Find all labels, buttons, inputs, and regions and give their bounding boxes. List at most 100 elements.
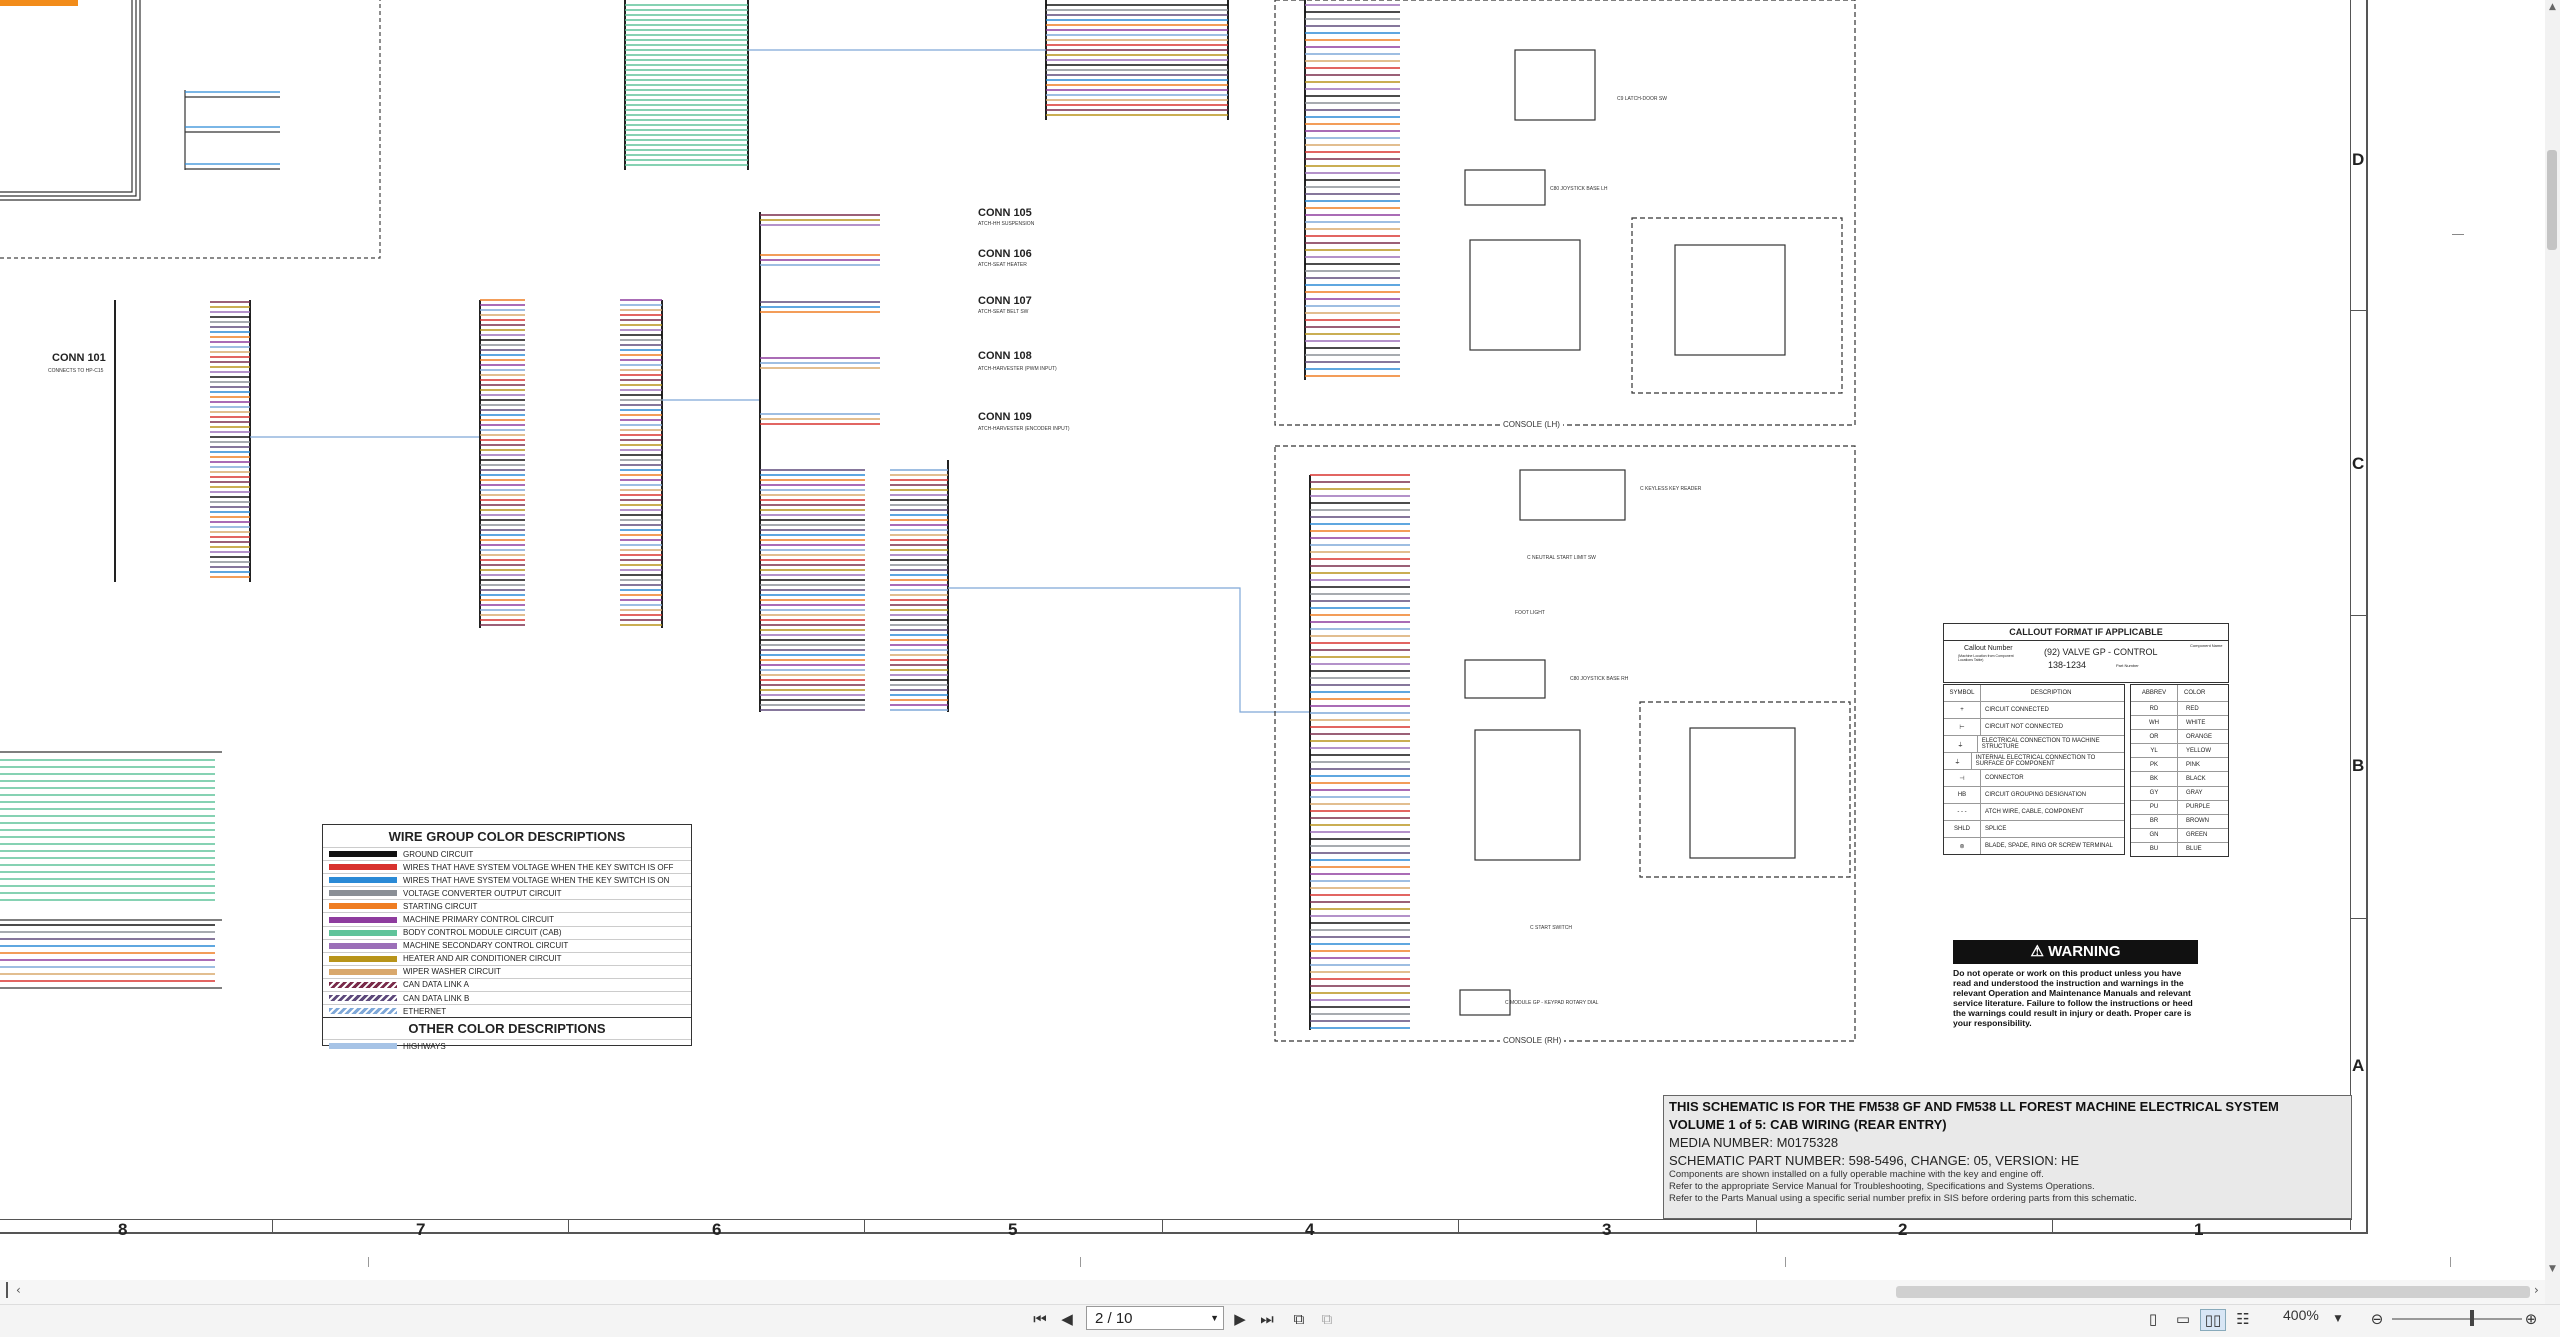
- horizontal-scrollbar[interactable]: ‹ ›: [0, 1280, 2545, 1304]
- abbrev-row: BK BLACK: [2131, 771, 2228, 786]
- zoom-in-icon[interactable]: ⊕: [2522, 1309, 2540, 1329]
- symbol-glyph: ⏚: [1944, 736, 1978, 752]
- scroll-up-icon[interactable]: ▲: [2549, 2, 2556, 12]
- zone-number-8: 8: [118, 1220, 128, 1239]
- wire-legend-row: WIPER WASHER CIRCUIT: [323, 964, 691, 978]
- zoom-slider-track[interactable]: [2392, 1318, 2522, 1320]
- vertical-scrollbar[interactable]: ▲ ▼: [2545, 0, 2560, 1304]
- wire-legend-label: CAN DATA LINK A: [403, 980, 469, 990]
- callout-number-desc: (Machine Location from Component Locatio…: [1958, 654, 2014, 662]
- frame-bottom-outer: [0, 1232, 2368, 1234]
- scroll-right-icon[interactable]: ›: [2534, 1283, 2539, 1297]
- zoom-level[interactable]: 400%: [2283, 1307, 2319, 1323]
- symbol-description: CIRCUIT NOT CONNECTED: [1985, 724, 2064, 730]
- ruler-tick: [2452, 234, 2464, 235]
- conn-107-sub: ATCH-SEAT BELT SW: [978, 309, 1029, 315]
- abbrev-color-name: RED: [2186, 705, 2199, 712]
- abbrev-code: WH: [2131, 716, 2178, 730]
- component-label: C START SWITCH: [1530, 925, 1572, 931]
- warning-title: WARNING: [2048, 943, 2121, 960]
- wire-legend-label: WIRES THAT HAVE SYSTEM VOLTAGE WHEN THE …: [403, 862, 674, 872]
- conn-105-sub: ATCH-HH SUSPENSION: [978, 221, 1035, 227]
- paste-icon[interactable]: ⧉: [1316, 1309, 1338, 1329]
- zone-sep: [1162, 1219, 1163, 1233]
- symbol-row: SHLD SPLICE: [1944, 820, 2124, 837]
- symbol-glyph: - - -: [1944, 804, 1981, 820]
- scroll-edge: [6, 1282, 8, 1298]
- copy-icon[interactable]: ⧉: [1288, 1309, 1310, 1329]
- abbrev-row: RD RED: [2131, 701, 2228, 716]
- warning-text: Do not operate or work on this product u…: [1953, 968, 2193, 1028]
- abbrev-color-name: BROWN: [2186, 818, 2209, 825]
- abbrev-code: YL: [2131, 744, 2178, 758]
- conn-109-sub: ATCH-HARVESTER (ENCODER INPUT): [978, 426, 1070, 432]
- abbrev-color-table: ABBREV COLOR RD RED WH WHITE OR ORANGE YL YELLO…: [2130, 684, 2229, 858]
- page-selector[interactable]: 2 / 10 ▼: [1086, 1306, 1224, 1330]
- symbol-glyph: ⊣: [1944, 770, 1981, 786]
- symbol-glyph: ⏚: [1944, 753, 1972, 769]
- other-color-label: HIGHWAYS: [403, 1041, 446, 1051]
- conn-108-sub: ATCH-HARVESTER (PWM INPUT): [978, 366, 1057, 372]
- first-page-icon[interactable]: ⏮: [1030, 1309, 1050, 1329]
- component-label: C MODULE GP - KEYPAD ROTARY DIAL: [1505, 1000, 1599, 1006]
- component-label: FOOT LIGHT: [1515, 610, 1545, 616]
- color-swatch: [329, 903, 397, 910]
- zone-tick-ba: [2350, 918, 2368, 919]
- symbol-row: + CIRCUIT CONNECTED: [1944, 701, 2124, 718]
- warning-box: ⚠ WARNING Do not operate or work on this…: [1953, 940, 2198, 1028]
- continuous-view-icon[interactable]: ▭: [2172, 1309, 2194, 1329]
- color-swatch: [329, 890, 397, 897]
- vertical-scroll-thumb[interactable]: [2547, 150, 2557, 250]
- abbrev-row: PK PINK: [2131, 757, 2228, 772]
- zoom-slider-handle[interactable]: [2470, 1310, 2474, 1326]
- component-label: C9 LATCH-DOOR SW: [1617, 96, 1667, 102]
- symbol-row: ⊣ CONNECTOR: [1944, 769, 2124, 786]
- symbol-description: CIRCUIT GROUPING DESIGNATION: [1985, 792, 2087, 798]
- zoom-dropdown-icon[interactable]: ▼: [2333, 1309, 2343, 1329]
- description-header: DESCRIPTION: [2030, 690, 2072, 696]
- component-label: C KEYLESS KEY READER: [1640, 486, 1702, 492]
- warning-icon: ⚠: [2030, 943, 2044, 960]
- conn-101-label: CONN 101: [52, 352, 106, 364]
- zone-number-6: 6: [712, 1220, 722, 1239]
- zoom-out-icon[interactable]: ⊖: [2368, 1309, 2386, 1329]
- symbol-row: ⊢ CIRCUIT NOT CONNECTED: [1944, 718, 2124, 735]
- conn-108-label: CONN 108: [978, 350, 1032, 362]
- page-number-value: 2 / 10: [1095, 1309, 1133, 1327]
- wire-legend-label: MACHINE PRIMARY CONTROL CIRCUIT: [403, 915, 554, 925]
- wire-legend-row: GROUND CIRCUIT: [323, 847, 691, 860]
- wire-legend-label: WIPER WASHER CIRCUIT: [403, 967, 501, 977]
- callout-part: 138-1234: [2048, 660, 2087, 670]
- chevron-down-icon[interactable]: ▼: [1210, 1313, 1219, 1323]
- abbrev-color-name: GREEN: [2186, 832, 2208, 839]
- abbrev-code: GY: [2131, 786, 2178, 800]
- color-swatch: [329, 851, 397, 858]
- wire-legend-row: BODY CONTROL MODULE CIRCUIT (CAB): [323, 925, 691, 939]
- scroll-left-icon[interactable]: ‹: [16, 1283, 21, 1297]
- other-color-title: OTHER COLOR DESCRIPTIONS: [323, 1017, 691, 1039]
- single-page-view-icon[interactable]: ▯: [2142, 1309, 2164, 1329]
- horizontal-scroll-thumb[interactable]: [1896, 1286, 2530, 1298]
- console-lh-label: CONSOLE (LH): [1500, 420, 1563, 429]
- abbrev-code: PK: [2131, 758, 2178, 772]
- color-swatch: [329, 995, 397, 1002]
- abbrev-color-name: YELLOW: [2186, 747, 2212, 754]
- wire-legend-row: STARTING CIRCUIT: [323, 899, 691, 912]
- color-swatch: [329, 864, 397, 871]
- component-label: C80 JOYSTICK BASE RH: [1570, 676, 1629, 682]
- continuous-facing-icon[interactable]: ☷: [2232, 1309, 2254, 1329]
- two-page-view-icon[interactable]: ▯▯: [2200, 1309, 2226, 1331]
- next-page-icon[interactable]: ▶: [1231, 1309, 1249, 1329]
- abbrev-row: WH WHITE: [2131, 715, 2228, 730]
- color-swatch: [329, 981, 397, 988]
- wire-legend-label: CAN DATA LINK B: [403, 993, 470, 1003]
- abbrev-row: GY GRAY: [2131, 785, 2228, 800]
- symbol-glyph: ⊚: [1944, 838, 1981, 854]
- previous-page-icon[interactable]: ◀: [1058, 1309, 1076, 1329]
- last-page-icon[interactable]: ⏭: [1257, 1309, 1277, 1329]
- abbrev-code: PU: [2131, 800, 2178, 814]
- scroll-down-icon[interactable]: ▼: [2549, 1264, 2556, 1274]
- wire-legend-label: MACHINE SECONDARY CONTROL CIRCUIT: [403, 941, 569, 951]
- zone-letter-a: A: [2352, 1056, 2365, 1075]
- title-line-2: VOLUME 1 of 5: CAB WIRING (REAR ENTRY): [1669, 1117, 1947, 1132]
